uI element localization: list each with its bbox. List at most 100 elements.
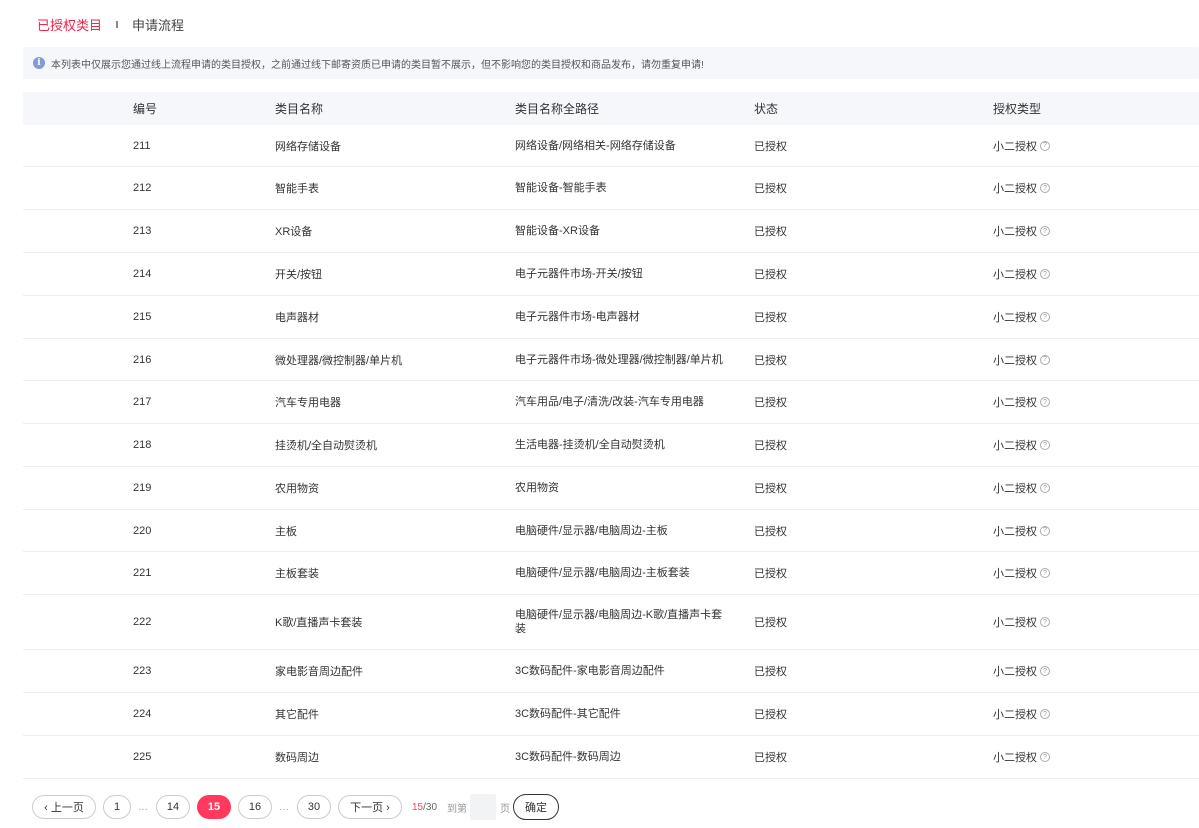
auth-type-label: 小二授权 [993,709,1037,721]
cell-status: 已授权 [754,617,787,629]
auth-type-label: 小二授权 [993,226,1037,238]
cell-category-path: 3C数码配件-其它配件 [515,708,621,720]
help-icon[interactable]: ? [1040,752,1050,762]
cell-category-path: 智能设备-XR设备 [515,225,600,237]
header-category-path: 类目名称全路径 [515,101,600,116]
table-row: 216 微处理器/微控制器/单片机 电子元器件市场-微处理器/微控制器/单片机 已授权… [23,339,1199,381]
cell-category-path: 智能设备-智能手表 [515,182,607,194]
table-row: 219 农用物资 农用物资 已授权 小二授权? [23,467,1199,510]
pagination: ‹ 上一页 1 … 14 15 16 … 30 下一页 › 15/30 到第 页… [32,794,560,820]
cell-category-path: 生活电器-挂烫机/全自动熨烫机 [515,439,665,451]
header-id: 编号 [133,102,158,116]
cell-id: 214 [133,268,152,280]
cell-id: 217 [133,396,152,408]
table-row: 215 电声器材 电子元器件市场-电声器材 已授权 小二授权? [23,296,1199,339]
page-button-15-current[interactable]: 15 [197,795,231,819]
help-icon[interactable]: ? [1040,312,1050,322]
help-icon[interactable]: ? [1040,709,1050,719]
table-row: 223 家电影音周边配件 3C数码配件-家电影音周边配件 已授权 小二授权? [23,650,1199,693]
cell-category-name: 其它配件 [275,709,319,721]
cell-category-path: 农用物资 [515,482,559,494]
auth-type-label: 小二授权 [993,752,1037,764]
cell-category-name: 挂烫机/全自动熨烫机 [275,440,378,452]
current-page-number: 15 [412,801,424,813]
header-auth-type: 授权类型 [993,102,1042,116]
help-icon[interactable]: ? [1040,666,1050,676]
page-button-16[interactable]: 16 [238,795,272,819]
auth-type-label: 小二授权 [993,440,1037,452]
cell-category-name: 农用物资 [275,483,319,495]
auth-type-label: 小二授权 [993,354,1037,367]
goto-page-input[interactable] [470,794,497,820]
notice-banner: i 本列表中仅展示您通过线上流程申请的类目授权，之前通过线下邮寄资质已申请的类目… [23,47,1199,79]
cell-id: 221 [133,567,152,579]
header-category-name: 类目名称 [275,102,324,116]
cell-id: 223 [133,665,152,677]
page-button-30[interactable]: 30 [297,795,331,819]
cell-category-name: 主板套装 [275,568,319,580]
cell-category-name: 智能手表 [275,183,319,195]
cell-category-name: 数码周边 [275,752,319,764]
cell-auth-type: 小二授权? [993,480,1133,496]
pagination-ellipsis: … [138,801,149,813]
cell-id: 225 [133,751,152,763]
table-row: 213 XR设备 智能设备-XR设备 已授权 小二授权? [23,210,1199,253]
table-row: 221 主板套装 电脑硬件/显示器/电脑周边-主板套装 已授权 小二授权? [23,552,1199,595]
help-icon[interactable]: ? [1040,617,1050,627]
help-icon[interactable]: ? [1040,269,1050,279]
confirm-button[interactable]: 确定 [513,794,560,820]
header-status: 状态 [754,102,779,116]
cell-auth-type: 小二授权? [993,180,1133,196]
page-count: 15/30 [412,802,437,813]
cell-category-path: 网络设备/网络相关-网络存储设备 [515,139,676,152]
help-icon[interactable]: ? [1040,483,1050,493]
cell-category-path: 电脑硬件/显示器/电脑周边-主板 [515,524,668,537]
table-row: 214 开关/按钮 电子元器件市场-开关/按钮 已授权 小二授权? [23,253,1199,296]
cell-status: 已授权 [754,140,787,153]
table-row: 217 汽车专用电器 汽车用品/电子/清洗/改装-汽车专用电器 已授权 小二授权? [23,381,1199,424]
help-icon[interactable]: ? [1040,440,1050,450]
auth-type-label: 小二授权 [993,666,1037,678]
page-button-1[interactable]: 1 [103,795,131,819]
help-icon[interactable]: ? [1040,140,1050,151]
help-icon[interactable]: ? [1040,525,1050,536]
prev-page-button[interactable]: ‹ 上一页 [32,795,96,819]
help-icon[interactable]: ? [1040,226,1050,236]
tab-bar: 已授权类目 申请流程 [23,0,1199,48]
page-suffix-label: 页 [500,803,511,815]
help-icon[interactable]: ? [1040,354,1050,365]
cell-id: 222 [133,616,152,628]
cell-auth-type: 小二授权? [993,352,1133,368]
table-header: 编号 类目名称 类目名称全路径 状态 授权类型 [23,92,1199,125]
tab-application-process[interactable]: 申请流程 [118,15,198,34]
cell-status: 已授权 [754,269,787,281]
page-button-14[interactable]: 14 [156,795,190,819]
cell-category-name: 电声器材 [275,312,319,324]
cell-category-name: XR设备 [275,226,313,238]
cell-auth-type: 小二授权? [993,266,1133,282]
cell-id: 216 [133,353,152,366]
help-icon[interactable]: ? [1040,183,1050,193]
cell-auth-type: 小二授权? [993,437,1133,453]
table-row: 218 挂烫机/全自动熨烫机 生活电器-挂烫机/全自动熨烫机 已授权 小二授权? [23,424,1199,467]
cell-status: 已授权 [754,397,787,409]
cell-id: 211 [133,139,151,152]
cell-category-path: 电子元器件市场-微处理器/微控制器/单片机 [515,353,723,366]
table-row: 224 其它配件 3C数码配件-其它配件 已授权 小二授权? [23,693,1199,736]
auth-type-label: 小二授权 [993,312,1037,324]
cell-category-name: K歌/直播声卡套装 [275,617,363,629]
cell-auth-type: 小二授权? [993,663,1133,679]
cell-category-name: 网络存储设备 [275,140,341,153]
next-page-button[interactable]: 下一页 › [338,795,402,819]
cell-auth-type: 小二授权? [993,614,1133,630]
help-icon[interactable]: ? [1040,568,1050,578]
help-icon[interactable]: ? [1040,397,1050,407]
tab-authorized-categories[interactable]: 已授权类目 [23,15,116,34]
table-row: 220 主板 电脑硬件/显示器/电脑周边-主板 已授权 小二授权? [23,510,1199,552]
auth-type-label: 小二授权 [993,525,1037,538]
cell-auth-type: 小二授权? [993,565,1133,581]
cell-category-path: 3C数码配件-数码周边 [515,751,621,763]
table-row: 212 智能手表 智能设备-智能手表 已授权 小二授权? [23,167,1199,210]
table-body: 211 网络存储设备 网络设备/网络相关-网络存储设备 已授权 小二授权? 212 智能手表… [23,125,1199,779]
cell-category-path: 电脑硬件/显示器/电脑周边-K歌/直播声卡套装 [515,609,723,635]
